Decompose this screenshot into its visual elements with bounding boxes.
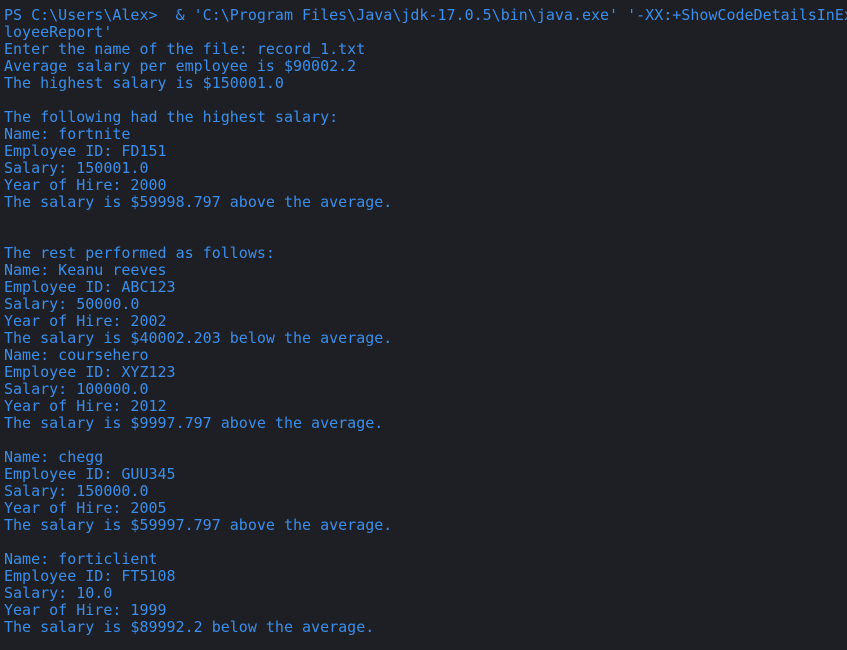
terminal-line: The salary is $59997.797 above the avera… [4,516,393,534]
terminal-line: The rest performed as follows: [4,244,275,262]
terminal-line: PS C:\Users\Alex> & 'C:\Program Files\Ja… [4,6,847,24]
terminal-window[interactable]: PS C:\Users\Alex> & 'C:\Program Files\Ja… [0,0,847,650]
terminal-line: Year of Hire: 2002 [4,312,167,330]
terminal-line: The salary is $89992.2 below the average… [4,618,375,636]
terminal-line: Salary: 150000.0 [4,482,149,500]
terminal-line: Name: forticlient [4,550,158,568]
terminal-line: Average salary per employee is $90002.2 [4,57,357,75]
terminal-line: The salary is $9997.797 above the averag… [4,414,384,432]
terminal-line: Enter the name of the file: record_1.txt [4,40,366,58]
terminal-line: Employee ID: GUU345 [4,465,176,483]
terminal-line: The highest salary is $150001.0 [4,74,284,92]
terminal-line: Name: chegg [4,448,104,466]
terminal-line: The salary is $40002.203 below the avera… [4,329,393,347]
terminal-line: Employee ID: XYZ123 [4,363,176,381]
terminal-line: Year of Hire: 2012 [4,397,167,415]
terminal-line: Employee ID: ABC123 [4,278,176,296]
terminal-line: Employee ID: FD151 [4,142,167,160]
terminal-line: Name: Keanu reeves [4,261,167,279]
terminal-line: The following had the highest salary: [4,108,339,126]
terminal-line: Salary: 10.0 [4,584,113,602]
terminal-output: PS C:\Users\Alex> & 'C:\Program Files\Ja… [4,7,847,636]
terminal-line: loyeeReport' [4,23,113,41]
terminal-line: Name: fortnite [4,125,131,143]
terminal-line: Salary: 150001.0 [4,159,149,177]
terminal-line: Employee ID: FT5108 [4,567,176,585]
terminal-line: Year of Hire: 1999 [4,601,167,619]
terminal-line: Salary: 100000.0 [4,380,149,398]
terminal-line: Year of Hire: 2000 [4,176,167,194]
terminal-line: Year of Hire: 2005 [4,499,167,517]
terminal-line: The salary is $59998.797 above the avera… [4,193,393,211]
terminal-line: Salary: 50000.0 [4,295,140,313]
terminal-line: Name: coursehero [4,346,149,364]
